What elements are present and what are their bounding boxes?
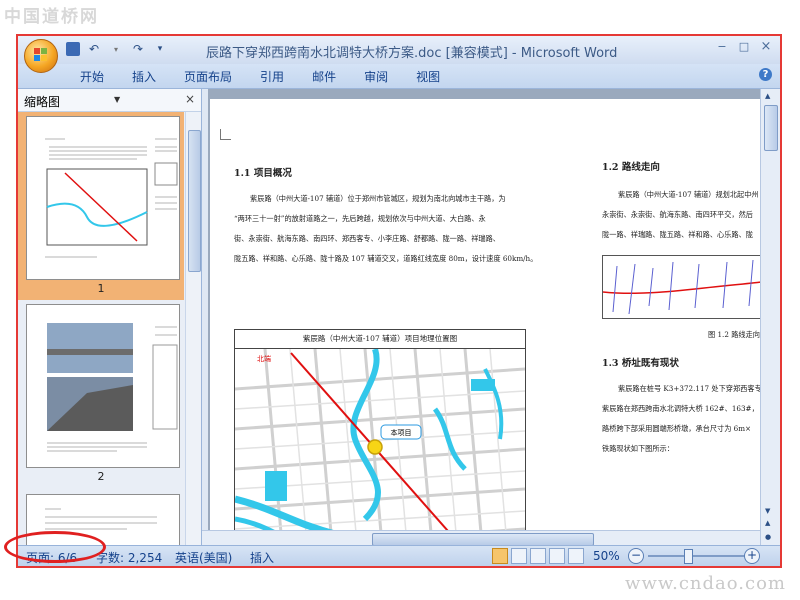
paragraph-line: 紫辰路在郑西跨南水北调特大桥 162#、163#，: [602, 404, 759, 413]
figure-caption: 图 1.2 路线走向: [708, 330, 760, 339]
paragraph-line: 紫辰路在桩号 K3+372.117 处下穿郑西客专: [618, 384, 762, 393]
pane-dropdown-icon[interactable]: ▼: [114, 95, 120, 104]
paragraph-line: 永崇街、永崇街、航海东路、南四环平交，然后: [602, 210, 753, 219]
thumbnail-page-1[interactable]: [26, 116, 180, 280]
zoom-slider-handle[interactable]: [684, 549, 693, 564]
paragraph-line: 陇五路、祥和路、心乐路、陇十路及 107 辅道交叉，道路红线宽度 80m，设计速…: [234, 254, 538, 263]
window-title: 辰路下穿郑西跨南水北调特大桥方案.doc [兼容模式] - Microsoft …: [206, 46, 618, 61]
thumbnail-pane: 缩略图 ▼ × 1 2: [18, 89, 202, 546]
redo-icon[interactable]: ↷: [130, 41, 146, 57]
print-layout-icon[interactable]: [492, 548, 508, 564]
draft-icon[interactable]: [568, 548, 584, 564]
help-icon[interactable]: ?: [759, 68, 772, 81]
zoom-level[interactable]: 50%: [593, 549, 620, 563]
paragraph-line: 紫辰路（中州大道-107 辅道）规划北起中州: [618, 190, 759, 199]
paragraph-line: 路桥跨下部采用圆端形桥墩，承台尺寸为 6m×: [602, 424, 752, 433]
paragraph-line: 铁路现状如下图所示：: [602, 444, 674, 453]
tab-view[interactable]: 视图: [416, 68, 440, 85]
outline-icon[interactable]: [549, 548, 565, 564]
scroll-down-icon[interactable]: ▼: [765, 507, 770, 515]
section-1-3-heading: 1.3 桥址既有现状: [602, 358, 679, 369]
document-page[interactable]: 1.1 项目概况 紫辰路（中州大道-107 辅道）位于郑州市管城区，规划为南北向…: [210, 99, 770, 537]
section-1-2-heading: 1.2 路线走向: [602, 162, 660, 173]
web-layout-icon[interactable]: [530, 548, 546, 564]
title-bar: ↶ ▾ ↷ ▾ 辰路下穿郑西跨南水北调特大桥方案.doc [兼容模式] - Mi…: [18, 36, 780, 64]
view-buttons: [492, 548, 584, 564]
tab-page-layout[interactable]: 页面布局: [184, 68, 232, 85]
map-label-north: 北端: [257, 354, 271, 363]
paragraph-line: 街、永崇街、航海东路、南四环、郑西客专、小李庄路、舒都路、陇一路、祥瑞路、: [234, 234, 500, 243]
thumbnail-scroll-thumb[interactable]: [188, 130, 201, 272]
vertical-scrollbar[interactable]: ▲ ▼ ▲ ●: [760, 89, 780, 546]
insert-mode[interactable]: 插入: [250, 549, 274, 566]
ribbon-tabs: 开始 插入 页面布局 引用 邮件 审阅 视图 ?: [18, 64, 780, 89]
maximize-button[interactable]: □: [736, 40, 752, 54]
close-button[interactable]: ×: [758, 40, 774, 54]
route-figure-graphic: [602, 259, 770, 315]
language-indicator[interactable]: 英语(美国): [175, 549, 232, 566]
zoom-slider[interactable]: [648, 555, 748, 557]
thumbnail-page-2-content: [47, 323, 178, 452]
pane-close-icon[interactable]: ×: [185, 92, 195, 106]
thumbnail-page-1-content: [45, 138, 178, 258]
customize-qat-icon[interactable]: ▾: [152, 41, 168, 57]
section-1-1-heading: 1.1 项目概况: [234, 168, 292, 179]
thumbnail-scrollbar[interactable]: [185, 112, 201, 546]
zoom-out-button[interactable]: −: [628, 548, 644, 564]
thumbnail-item[interactable]: 2: [18, 300, 184, 490]
corner-mark: [220, 129, 231, 140]
vertical-ruler: [202, 89, 208, 546]
map-badge: 本项目: [391, 428, 412, 437]
tab-insert[interactable]: 插入: [132, 68, 156, 85]
paragraph-line: “两环三十一射”的放射道路之一，先后跨越，规划依次与中州大道、大白路、永: [234, 214, 486, 223]
tab-review[interactable]: 审阅: [364, 68, 388, 85]
location-map-graphic: 本项目 北端 南端: [235, 349, 525, 537]
zoom-in-button[interactable]: +: [744, 548, 760, 564]
paragraph-line: 陇一路、祥瑞路、陇五路、祥和路、心乐路、陇: [602, 230, 753, 239]
highlight-ellipse: [4, 531, 106, 563]
thumbnail-pane-title: 缩略图: [24, 95, 61, 109]
save-icon[interactable]: [66, 42, 80, 56]
undo-icon[interactable]: ↶: [86, 41, 102, 57]
minimize-button[interactable]: −: [714, 40, 730, 54]
dropdown-icon[interactable]: ▾: [108, 41, 124, 57]
watermark-bottom: www.cndao.com: [625, 573, 786, 594]
thumbnail-pane-header: 缩略图 ▼ ×: [18, 89, 201, 112]
watermark-top: 中国道桥网: [4, 7, 99, 27]
thumbnail-list: 1 2: [18, 112, 184, 546]
tab-mailings[interactable]: 邮件: [312, 68, 336, 85]
tab-list: 开始 插入 页面布局 引用 邮件 审阅 视图: [80, 68, 468, 85]
route-figure: [602, 255, 770, 319]
full-screen-reading-icon[interactable]: [511, 548, 527, 564]
tab-home[interactable]: 开始: [80, 68, 104, 85]
location-map: 本项目 北端 南端: [234, 348, 526, 537]
status-bar: 页面: 6/6 字数: 2,254 英语(美国) 插入 50% − +: [18, 545, 780, 566]
quick-access-toolbar: ↶ ▾ ↷ ▾: [66, 41, 168, 57]
prev-page-icon[interactable]: ▲: [765, 519, 770, 527]
thumbnail-item[interactable]: 1: [18, 112, 184, 300]
thumbnail-page-number: 2: [97, 470, 105, 483]
scroll-up-icon[interactable]: ▲: [765, 92, 770, 100]
map-title: 紫辰路（中州大道-107 辅道）项目地理位置图: [234, 329, 526, 349]
word-count[interactable]: 字数: 2,254: [96, 549, 162, 566]
vertical-scroll-thumb[interactable]: [764, 105, 778, 151]
tab-references[interactable]: 引用: [260, 68, 284, 85]
office-button[interactable]: [24, 39, 58, 73]
office-logo-icon: [34, 48, 48, 62]
thumbnail-page-2[interactable]: [26, 304, 180, 468]
paragraph-line: 紫辰路（中州大道-107 辅道）位于郑州市管城区，规划为南北向城市主干路，为: [250, 194, 506, 203]
word-window: ↶ ▾ ↷ ▾ 辰路下穿郑西跨南水北调特大桥方案.doc [兼容模式] - Mi…: [16, 34, 782, 568]
thumbnail-page-number: 1: [97, 282, 105, 295]
document-area: 1.1 项目概况 紫辰路（中州大道-107 辅道）位于郑州市管城区，规划为南北向…: [202, 89, 770, 546]
browse-object-icon[interactable]: ●: [765, 533, 771, 541]
